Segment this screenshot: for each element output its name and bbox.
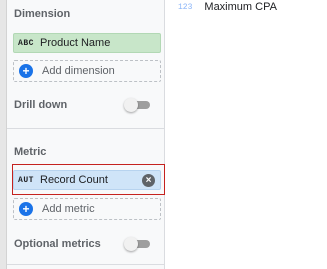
add-dimension-label: Add dimension	[42, 65, 115, 77]
drill-down-label: Drill down	[14, 99, 68, 111]
drill-down-toggle[interactable]	[124, 98, 150, 112]
dimension-chip-type: ABC	[18, 38, 34, 48]
optional-metrics-toggle[interactable]	[124, 237, 150, 251]
section-divider	[7, 128, 165, 129]
metric-section-title: Metric	[14, 146, 47, 158]
add-circle-icon: +	[19, 64, 33, 78]
remove-circle-icon[interactable]: ×	[142, 174, 155, 187]
add-metric-label: Add metric	[42, 203, 95, 215]
optional-metrics-label: Optional metrics	[14, 238, 101, 250]
field-list-item-maximum-cpa[interactable]: 123 Maximum CPA	[178, 0, 277, 14]
metric-chip-type: AUT	[18, 175, 34, 185]
dimension-chip-label: Product Name	[40, 37, 111, 49]
field-name: Maximum CPA	[204, 1, 277, 13]
add-circle-icon: +	[19, 202, 33, 216]
toggle-knob	[124, 237, 138, 251]
add-metric-button[interactable]: + Add metric	[13, 198, 161, 220]
section-divider	[7, 264, 165, 265]
metric-chip-record-count[interactable]: AUT Record Count ×	[13, 170, 161, 190]
scrollbar-edge	[0, 0, 7, 269]
data-config-panel: Dimension ABC Product Name + Add dimensi…	[7, 0, 165, 269]
metric-chip-label: Record Count	[40, 174, 108, 186]
number-type-icon: 123	[178, 2, 193, 12]
add-dimension-button[interactable]: + Add dimension	[13, 60, 161, 82]
toggle-knob	[124, 98, 138, 112]
dimension-chip-product-name[interactable]: ABC Product Name	[13, 33, 161, 53]
dimension-section-title: Dimension	[14, 8, 71, 20]
